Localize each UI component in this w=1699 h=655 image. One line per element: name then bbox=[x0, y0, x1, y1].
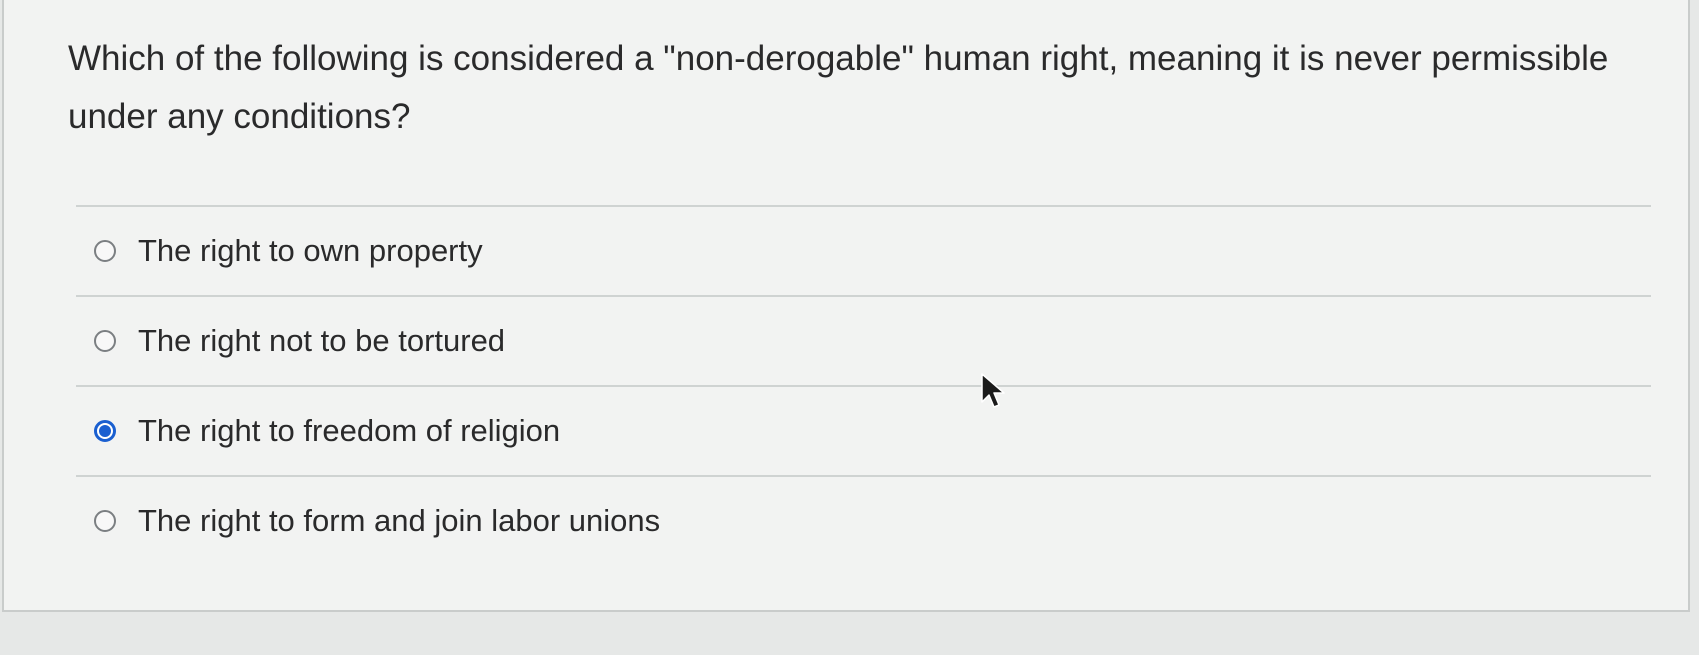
answer-options: The right to own property The right not … bbox=[76, 205, 1651, 565]
option-label: The right not to be tortured bbox=[138, 323, 506, 358]
option-freedom-of-religion[interactable]: The right to freedom of religion bbox=[76, 385, 1651, 475]
mouse-pointer-icon bbox=[981, 373, 1005, 408]
option-labor-unions[interactable]: The right to form and join labor unions bbox=[76, 475, 1651, 565]
question-card: Which of the following is considered a "… bbox=[2, 0, 1690, 612]
option-not-tortured[interactable]: The right not to be tortured bbox=[76, 295, 1651, 385]
radio-button-selected[interactable] bbox=[94, 420, 116, 442]
question-text: Which of the following is considered a "… bbox=[68, 39, 1609, 136]
option-own-property[interactable]: The right to own property bbox=[76, 205, 1651, 295]
option-label: The right to own property bbox=[138, 233, 483, 268]
option-label: The right to freedom of religion bbox=[138, 413, 561, 448]
option-label: The right to form and join labor unions bbox=[138, 503, 661, 538]
radio-dot bbox=[99, 425, 111, 437]
radio-button[interactable] bbox=[94, 330, 116, 352]
radio-button[interactable] bbox=[94, 510, 116, 532]
radio-button[interactable] bbox=[94, 240, 116, 262]
